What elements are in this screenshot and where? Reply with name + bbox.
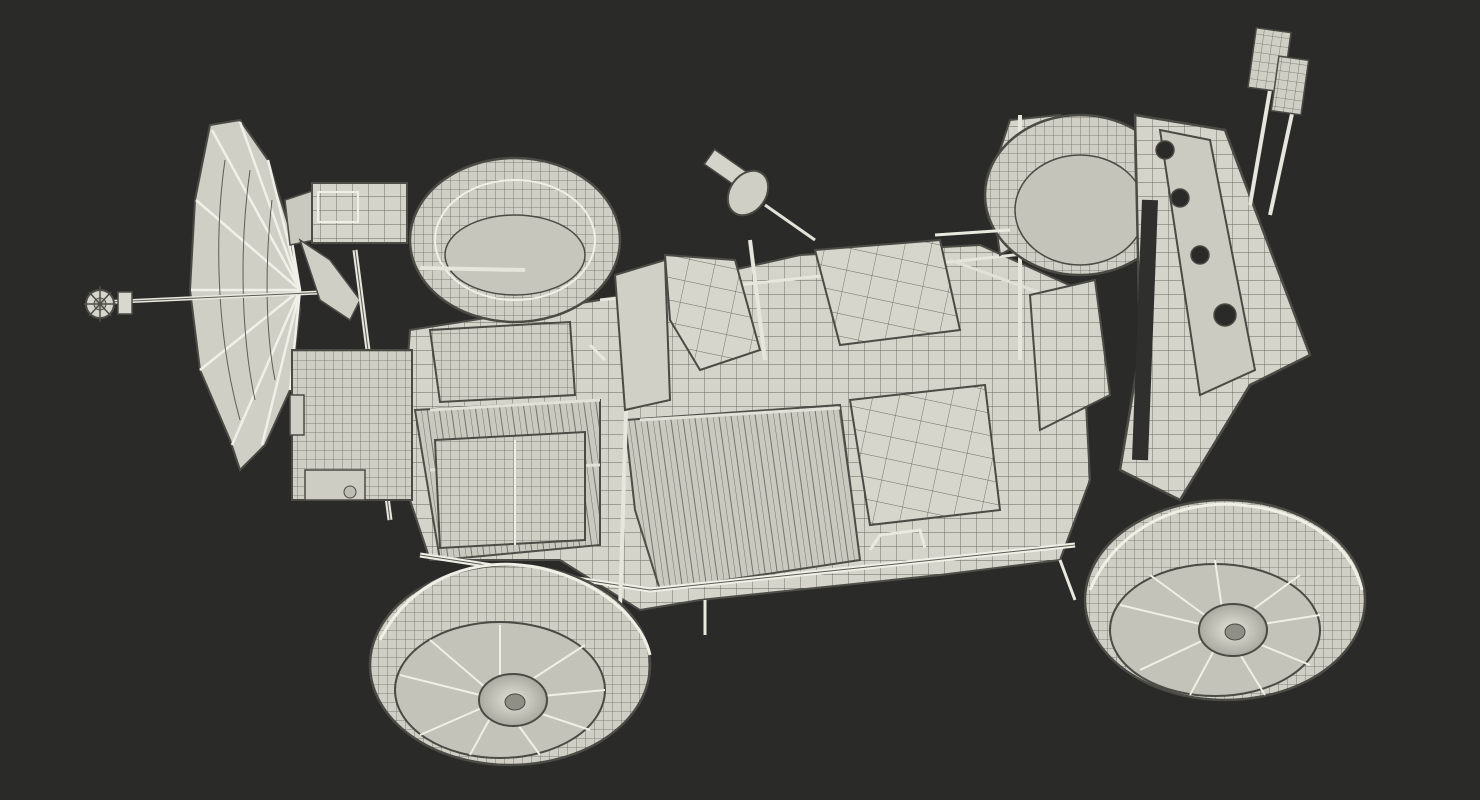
rear-tool-antennas <box>1247 26 1310 216</box>
wheel-rear-right <box>1083 498 1367 702</box>
hand-controller <box>703 148 816 242</box>
lunar-rover-wireframe-render <box>84 26 1367 767</box>
wheel-front-left <box>408 156 622 324</box>
render-viewport <box>0 0 1480 800</box>
front-electronics-box <box>289 349 413 501</box>
rear-payload-rack <box>1118 26 1312 502</box>
wheel-front-right <box>368 562 652 767</box>
